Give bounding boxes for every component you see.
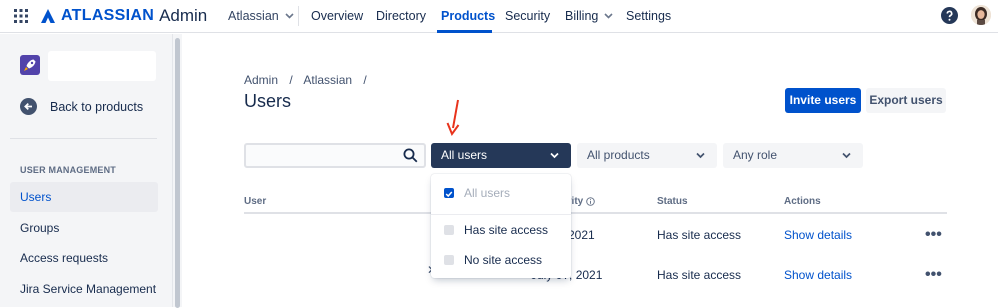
product-filter-value: All products: [587, 148, 650, 162]
status-cell: Has site access: [657, 268, 742, 282]
info-icon[interactable]: [586, 197, 596, 206]
table-header-divider: [244, 212, 947, 214]
show-details-link[interactable]: Show details: [784, 228, 852, 242]
status-cell: Has site access: [657, 228, 742, 242]
checkbox-icon: [444, 225, 454, 235]
annotation-arrow-icon: [446, 99, 460, 137]
help-icon[interactable]: [941, 7, 958, 24]
column-header-actions: Actions: [784, 196, 821, 207]
breadcrumb: Admin / Atlassian /: [244, 73, 375, 87]
chevron-down-icon: [550, 152, 559, 159]
more-actions-icon[interactable]: •••: [925, 266, 942, 284]
sidebar-scrollbar[interactable]: [172, 34, 182, 308]
organization-switcher[interactable]: Atlassian: [228, 9, 294, 23]
search-icon: [403, 148, 418, 163]
nav-billing-label: Billing: [565, 9, 599, 23]
breadcrumb-separator: /: [363, 73, 367, 87]
search-input[interactable]: [244, 143, 426, 168]
chevron-down-icon: [285, 13, 294, 19]
option-has-site-access[interactable]: Has site access: [444, 223, 548, 237]
invite-users-button[interactable]: Invite users: [785, 88, 861, 113]
nav-overview[interactable]: Overview: [311, 9, 363, 23]
user-filter-select[interactable]: All users: [431, 143, 571, 168]
sidebar-item-access-requests[interactable]: Access requests: [10, 243, 158, 273]
more-actions-icon[interactable]: •••: [925, 226, 942, 244]
sidebar-divider: [10, 138, 157, 139]
nav-billing[interactable]: Billing: [565, 9, 613, 23]
column-header-user: User: [244, 196, 267, 207]
site-rocket-icon: [20, 55, 40, 75]
show-details-link[interactable]: Show details: [784, 268, 852, 282]
user-filter-dropdown-menu: All users Has site access No site access: [431, 174, 571, 278]
sidebar-item-jira-service-management[interactable]: Jira Service Management: [10, 274, 158, 304]
avatar[interactable]: [971, 5, 991, 25]
user-avatar-icon: [971, 5, 991, 25]
role-filter-value: Any role: [733, 148, 778, 162]
export-users-button[interactable]: Export users: [866, 88, 946, 113]
option-all-users-label: All users: [464, 186, 511, 200]
checkbox-icon: [444, 255, 454, 265]
checkbox-checked-icon: [444, 188, 454, 198]
option-all-users[interactable]: All users: [444, 186, 510, 200]
active-tab-indicator: [437, 30, 492, 33]
nav-security[interactable]: Security: [505, 9, 550, 23]
back-to-products-label: Back to products: [50, 99, 144, 114]
product-filter-select[interactable]: All products: [577, 143, 717, 168]
chevron-down-icon: [696, 152, 705, 159]
organization-name: Atlassian: [228, 9, 279, 23]
brand-name: ATLASSIAN: [61, 7, 155, 24]
atlassian-logo-icon: [41, 9, 55, 23]
nav-products[interactable]: Products: [441, 9, 495, 23]
nav-divider: [298, 6, 299, 26]
atlassian-admin-logo[interactable]: ATLASSIAN Admin: [40, 6, 207, 26]
option-no-site-access[interactable]: No site access: [444, 253, 542, 267]
top-navigation: ATLASSIAN Admin Atlassian Overview Direc…: [0, 0, 998, 33]
column-header-status: Status: [657, 196, 688, 207]
site-switcher[interactable]: [48, 51, 156, 81]
breadcrumb-separator: /: [289, 73, 293, 87]
product-name: Admin: [159, 6, 208, 25]
chevron-down-icon: [604, 13, 613, 19]
breadcrumb-admin[interactable]: Admin: [244, 73, 278, 87]
option-no-site-access-label: No site access: [464, 253, 543, 267]
nav-settings[interactable]: Settings: [626, 9, 671, 23]
back-to-products-link[interactable]: Back to products: [20, 98, 143, 115]
chevron-down-icon: [842, 152, 851, 159]
page-title: Users: [244, 91, 292, 111]
app-switcher-icon[interactable]: [14, 9, 28, 23]
sidebar-item-users[interactable]: Users: [10, 182, 158, 212]
dropdown-divider: [431, 214, 571, 215]
nav-directory[interactable]: Directory: [376, 9, 426, 23]
last-activity-cell: 2021: [568, 228, 595, 242]
role-filter-select[interactable]: Any role: [723, 143, 863, 168]
back-arrow-icon: [20, 98, 37, 115]
sidebar-item-groups[interactable]: Groups: [10, 213, 158, 243]
scrollbar-thumb[interactable]: [175, 38, 180, 308]
sidebar-section-heading: USER MANAGEMENT: [20, 165, 117, 175]
option-has-site-access-label: Has site access: [464, 223, 549, 237]
user-filter-value: All users: [441, 148, 488, 162]
breadcrumb-atlassian[interactable]: Atlassian: [303, 73, 352, 87]
